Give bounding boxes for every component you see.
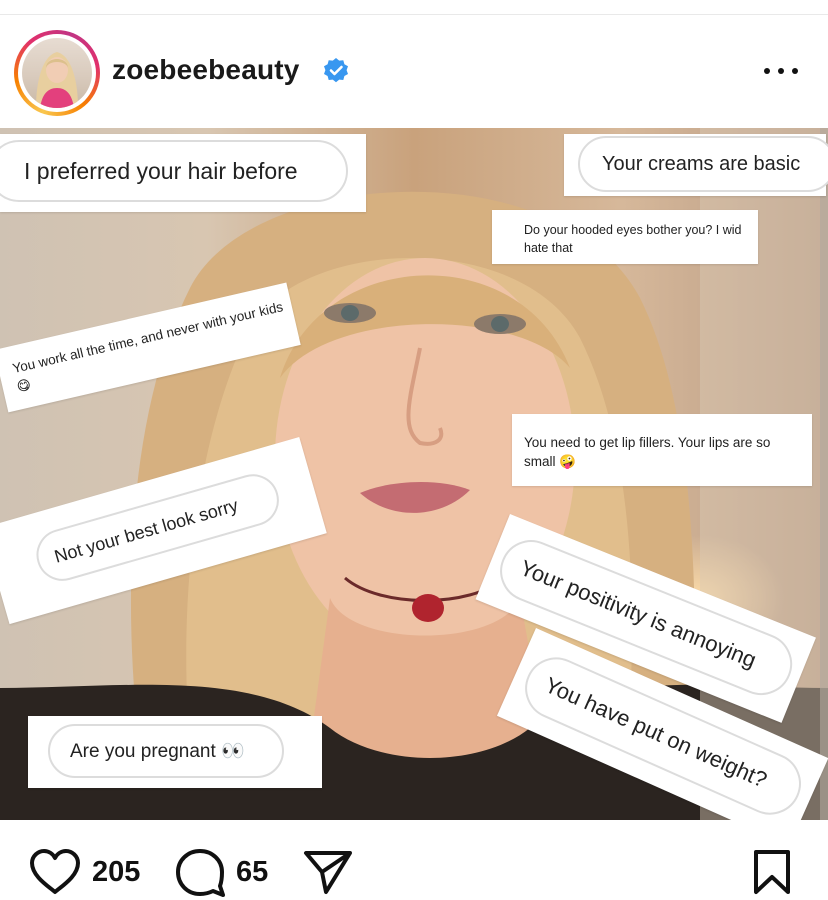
like-count[interactable]: 205 (92, 856, 140, 889)
post-header: zoebeebeauty (0, 26, 828, 118)
comment-card-hair: I preferred your hair before (0, 134, 366, 212)
top-divider (0, 14, 828, 15)
paper-plane-icon[interactable] (302, 848, 354, 896)
comment-count[interactable]: 65 (236, 856, 268, 889)
verified-badge-icon (324, 58, 348, 83)
comment-text: I preferred your hair before (24, 157, 298, 184)
comment-bubble: Your creams are basic (578, 136, 828, 192)
comment-bubble: Are you pregnant 👀 (48, 724, 284, 778)
comment-bubble: I preferred your hair before (0, 140, 348, 202)
action-bar: 205 65 (0, 830, 828, 900)
username[interactable]: zoebeebeauty (112, 54, 300, 86)
comment-card-pregnant: Are you pregnant 👀 (28, 716, 322, 788)
more-options-icon[interactable] (758, 56, 804, 84)
story-ring[interactable] (14, 30, 100, 116)
bookmark-icon[interactable] (750, 848, 794, 896)
comment-text: Not your best look sorry (51, 494, 241, 567)
comment-card-eyes: Do your hooded eyes bother you? I wid ha… (492, 210, 758, 264)
heart-icon[interactable] (28, 848, 82, 896)
post-image[interactable]: I preferred your hair before Your creams… (0, 128, 828, 820)
avatar (22, 38, 92, 108)
comment-text: You need to get lip fillers. Your lips a… (524, 435, 771, 469)
comment-text: Are you pregnant 👀 (70, 741, 245, 762)
comment-text: Your creams are basic (602, 152, 801, 175)
avatar-border (18, 34, 96, 112)
comment-text: Do your hooded eyes bother you? I wid ha… (524, 223, 742, 255)
comment-card-creams: Your creams are basic (564, 134, 828, 196)
comment-bubble-icon[interactable] (174, 848, 226, 898)
comment-card-lips: You need to get lip fillers. Your lips a… (512, 414, 812, 486)
